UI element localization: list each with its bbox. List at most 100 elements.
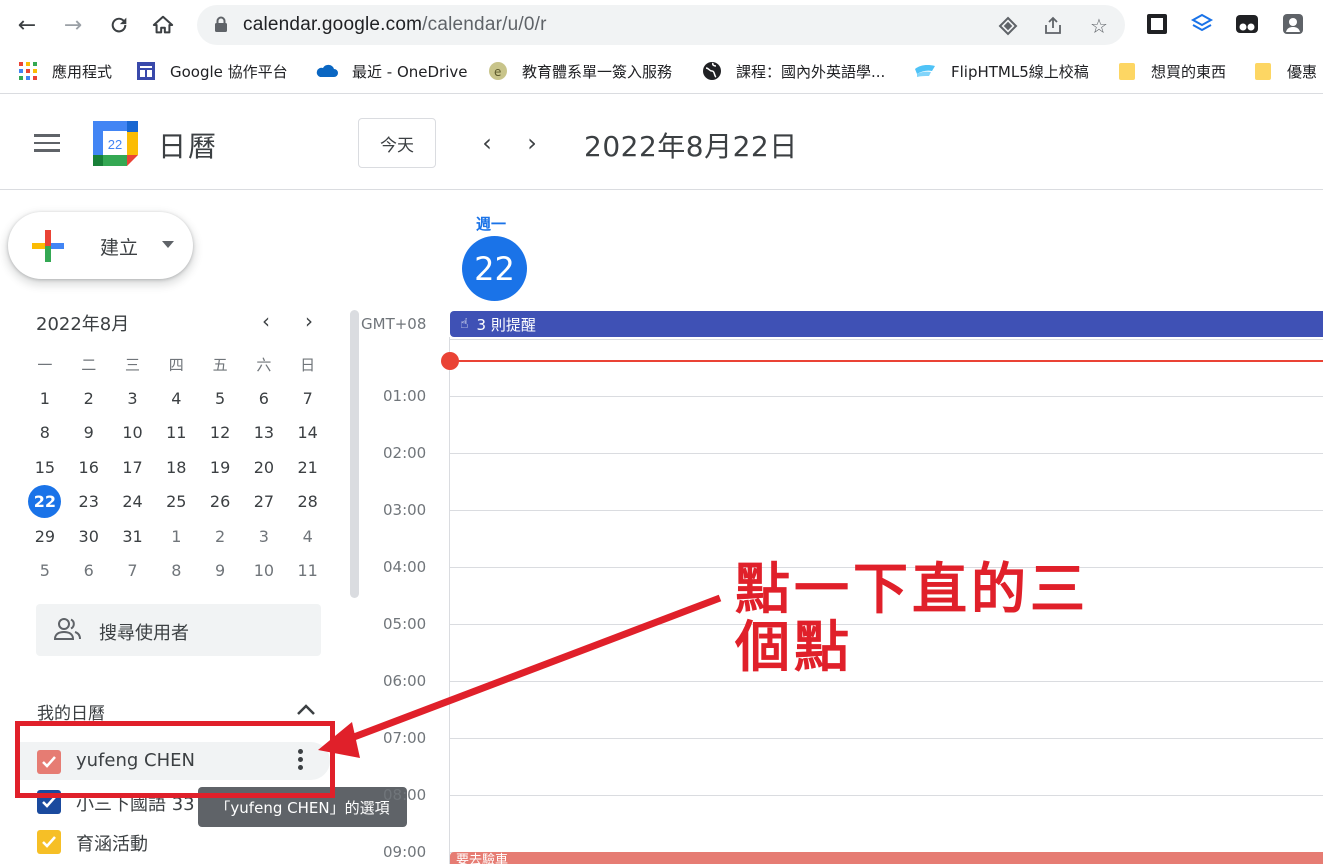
today-button[interactable]: 今天	[358, 118, 436, 168]
forward-arrow-icon[interactable]: →	[58, 10, 88, 40]
mini-calendar-day[interactable]: 30	[67, 519, 111, 553]
hour-gridline[interactable]	[449, 510, 1323, 511]
hour-gridline[interactable]	[449, 681, 1323, 682]
event-chip[interactable]: 要去驗車	[450, 852, 1323, 864]
sidebar-scrollbar[interactable]	[350, 310, 359, 598]
bookmark-apps[interactable]: 應用程式	[18, 60, 112, 82]
hour-gridline[interactable]	[449, 795, 1323, 796]
calendar-item-activities[interactable]: 育涵活動	[20, 822, 330, 860]
mini-calendar-day[interactable]: 11	[286, 553, 330, 587]
mini-calendar-day[interactable]: 5	[23, 553, 67, 587]
hour-label: 03:00	[383, 501, 427, 519]
mini-calendar-day[interactable]: 18	[154, 450, 198, 484]
mini-calendar-day[interactable]: 24	[111, 485, 155, 519]
extension-profile-icon[interactable]	[1281, 12, 1305, 36]
share-icon[interactable]	[1042, 15, 1064, 37]
mini-calendar-day[interactable]: 8	[23, 416, 67, 450]
mini-calendar-day[interactable]: 2	[198, 519, 242, 553]
mini-calendar-day[interactable]: 22	[23, 485, 67, 519]
mini-calendar-day[interactable]: 7	[111, 553, 155, 587]
next-day-chevron-icon[interactable]: ›	[520, 129, 544, 157]
search-people-field[interactable]: 搜尋使用者	[36, 604, 321, 656]
mini-calendar-day[interactable]: 3	[242, 519, 286, 553]
address-bar[interactable]: calendar.google.com/calendar/u/0/r ☆	[197, 5, 1125, 45]
bookmarks-bar: 應用程式 Google 協作平台 最近 - OneDrive e 教育體系單一簽…	[0, 50, 1323, 94]
extension-square-icon[interactable]	[1145, 12, 1169, 36]
hour-gridline[interactable]	[449, 738, 1323, 739]
mini-calendar-day[interactable]: 28	[286, 485, 330, 519]
bookmark-star-icon[interactable]: ☆	[1088, 14, 1110, 38]
mini-calendar-day[interactable]: 31	[111, 519, 155, 553]
svg-text:e: e	[494, 65, 501, 79]
mini-calendar-day[interactable]: 12	[198, 416, 242, 450]
mini-calendar-day[interactable]: 1	[154, 519, 198, 553]
mini-calendar-day[interactable]: 6	[242, 381, 286, 415]
home-icon[interactable]	[148, 10, 178, 40]
bookmark-onedrive[interactable]: 最近 - OneDrive	[314, 60, 467, 82]
bookmark-folder-deals[interactable]: 優惠	[1253, 60, 1317, 82]
url-text: calendar.google.com/calendar/u/0/r	[243, 14, 547, 35]
mini-calendar-day[interactable]: 2	[67, 381, 111, 415]
mini-calendar-day[interactable]: 21	[286, 450, 330, 484]
bookmark-english-course[interactable]: 課程：國內外英語學...	[702, 60, 885, 82]
mini-calendar-day[interactable]: 10	[111, 416, 155, 450]
create-button[interactable]: 建立	[8, 212, 193, 279]
people-icon	[54, 618, 81, 640]
mini-calendar-day[interactable]: 27	[242, 485, 286, 519]
bookmark-edu-sso[interactable]: e 教育體系單一簽入服務	[488, 60, 672, 82]
mini-calendar-day[interactable]: 7	[286, 381, 330, 415]
bookmark-fliphtml5[interactable]: FlipHTML5線上校稿	[913, 60, 1089, 82]
mini-calendar-day[interactable]: 8	[154, 553, 198, 587]
app-title: 日曆	[158, 130, 219, 163]
mini-prev-month-chevron-icon[interactable]: ‹	[255, 309, 277, 333]
mini-calendar-day[interactable]: 13	[242, 416, 286, 450]
reminders-chip[interactable]: ☝ 3 則提醒	[450, 311, 1323, 337]
mini-calendar-day[interactable]: 26	[198, 485, 242, 519]
hour-label: 08:00	[383, 786, 427, 804]
hour-gridline[interactable]	[449, 396, 1323, 397]
hour-label: 06:00	[383, 672, 427, 690]
mini-calendar-day[interactable]: 16	[67, 450, 111, 484]
main-menu-icon[interactable]	[34, 134, 60, 152]
day-number-badge[interactable]: 22	[462, 236, 527, 301]
weekday-label: 週一	[476, 215, 507, 233]
mini-calendar-day[interactable]: 9	[67, 416, 111, 450]
mini-calendar-day[interactable]: 19	[198, 450, 242, 484]
annotation-line-1: 點一下直的三	[735, 557, 1090, 621]
mini-calendar-day[interactable]: 14	[286, 416, 330, 450]
extension-diamond-icon[interactable]	[997, 15, 1019, 37]
mini-calendar-day[interactable]: 15	[23, 450, 67, 484]
mini-calendar-day[interactable]: 6	[67, 553, 111, 587]
mini-calendar-day[interactable]: 3	[111, 381, 155, 415]
mini-calendar-day[interactable]: 5	[198, 381, 242, 415]
mini-calendar-day[interactable]: 17	[111, 450, 155, 484]
mini-calendar-day[interactable]: 20	[242, 450, 286, 484]
back-arrow-icon[interactable]: ←	[12, 10, 42, 40]
extension-tampermonkey-icon[interactable]	[1235, 12, 1259, 36]
plus-icon	[32, 230, 64, 262]
weekday-header: 四	[168, 355, 184, 374]
google-calendar-logo-icon[interactable]: 22	[93, 121, 138, 166]
mini-calendar-day[interactable]: 23	[67, 485, 111, 519]
hour-label: 05:00	[383, 615, 427, 633]
mini-calendar-day[interactable]: 9	[198, 553, 242, 587]
collapse-chevron-up-icon[interactable]	[295, 699, 317, 721]
mini-calendar-day[interactable]: 10	[242, 553, 286, 587]
mini-calendar-day[interactable]: 11	[154, 416, 198, 450]
onedrive-cloud-icon	[316, 64, 338, 77]
mini-next-month-chevron-icon[interactable]: ›	[298, 309, 320, 333]
weekday-header: 日	[300, 355, 316, 374]
previous-day-chevron-icon[interactable]: ‹	[475, 129, 499, 157]
mini-calendar-day[interactable]: 25	[154, 485, 198, 519]
mini-calendar-day[interactable]: 4	[286, 519, 330, 553]
hour-gridline[interactable]	[449, 453, 1323, 454]
mini-calendar-day[interactable]: 29	[23, 519, 67, 553]
calendar-checkbox[interactable]	[37, 830, 61, 854]
reload-icon[interactable]	[104, 10, 134, 40]
hour-gridline[interactable]	[449, 339, 1323, 340]
mini-calendar-day[interactable]: 4	[154, 381, 198, 415]
extension-layers-icon[interactable]	[1190, 12, 1214, 36]
bookmark-folder-wishlist[interactable]: 想買的東西	[1117, 60, 1226, 82]
bookmark-google-sites[interactable]: Google 協作平台	[136, 60, 288, 82]
mini-calendar-day[interactable]: 1	[23, 381, 67, 415]
